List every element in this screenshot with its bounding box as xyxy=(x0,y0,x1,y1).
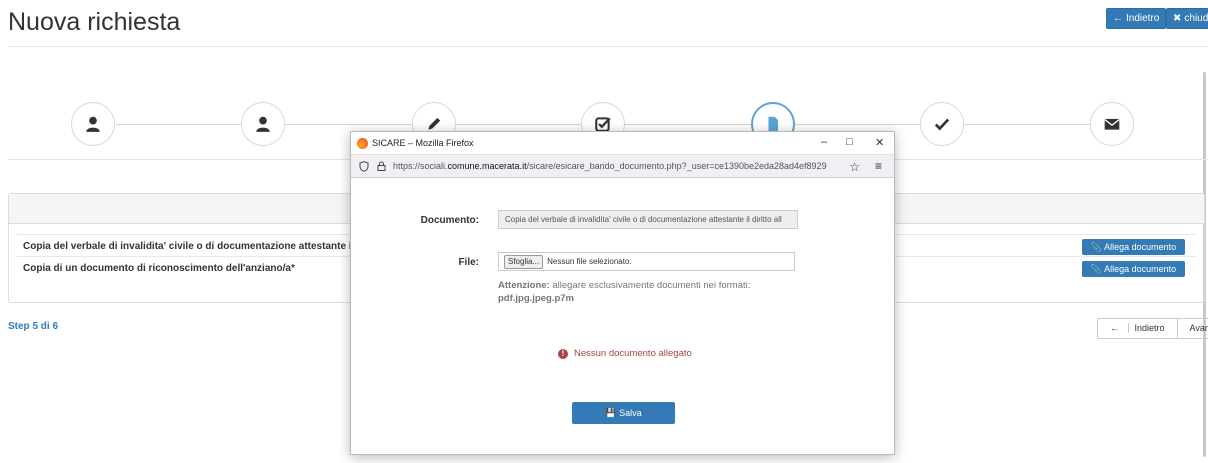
lock-icon xyxy=(377,161,386,171)
firefox-logo-icon xyxy=(357,137,368,149)
warning-title: Attenzione: xyxy=(498,280,550,291)
url-domain: comune.macerata.it xyxy=(447,161,527,171)
floppy-disk-icon: 💾 xyxy=(605,408,617,418)
browse-button[interactable]: Sfoglia... xyxy=(504,254,544,269)
attach-document-button[interactable]: 📎 Allega documento xyxy=(1082,239,1185,255)
popup-titlebar: SICARE – Mozilla Firefox – □ ✕ xyxy=(351,132,894,154)
wizard-step-1[interactable] xyxy=(71,102,115,146)
user-icon xyxy=(256,116,270,132)
menu-icon[interactable]: ≡ xyxy=(875,159,882,173)
wizard-step-7[interactable] xyxy=(1090,102,1134,146)
error-message-text: Nessun documento allegato xyxy=(574,348,692,359)
arrow-left-icon: ← xyxy=(1110,323,1119,333)
document-field: Copia del verbale di invalidita' civile … xyxy=(498,210,798,229)
close-button[interactable]: ✖ chiud xyxy=(1166,8,1208,29)
arrow-left-icon: ← xyxy=(1113,13,1123,24)
save-button-label: Salva xyxy=(619,408,642,418)
minimize-icon[interactable]: – xyxy=(821,136,827,148)
url-path: /sicare/esicare_bando_documento.php?_use… xyxy=(526,161,827,171)
maximize-icon[interactable]: □ xyxy=(846,136,853,148)
back-button[interactable]: ← Indietro xyxy=(1106,8,1167,29)
attach-document-label: Allega documento xyxy=(1104,242,1177,252)
document-row-label: Copia di un documento di riconoscimento … xyxy=(23,263,295,274)
prev-step-button[interactable]: ← Indietro xyxy=(1098,319,1177,338)
error-message: ! Nessun documento allegato xyxy=(558,348,692,359)
document-row-label: Copia del verbale di invalidita' civile … xyxy=(23,241,380,252)
star-icon[interactable]: ☆ xyxy=(849,160,860,174)
next-step-label: Avanti xyxy=(1189,323,1208,333)
close-window-icon[interactable]: ✕ xyxy=(875,136,884,149)
paperclip-icon: 📎 xyxy=(1090,264,1103,274)
file-input-value: Nessun file selezionato. xyxy=(547,257,632,266)
back-button-label: Indietro xyxy=(1126,13,1160,24)
next-step-button[interactable]: Avanti → xyxy=(1176,319,1208,338)
prev-step-label: Indietro xyxy=(1127,323,1171,333)
format-warning: Attenzione: allegare esclusivamente docu… xyxy=(498,279,750,305)
shield-icon xyxy=(359,160,369,172)
file-input[interactable]: Sfoglia... Nessun file selezionato. xyxy=(498,252,795,271)
attach-document-label: Allega documento xyxy=(1104,264,1177,274)
checkmark-icon xyxy=(934,118,950,131)
paperclip-icon: 📎 xyxy=(1090,242,1103,252)
attach-document-button[interactable]: 📎 Allega documento xyxy=(1082,261,1185,277)
document-label: Documento: xyxy=(420,215,479,226)
close-button-label: chiud xyxy=(1184,13,1208,24)
wizard-pager: ← Indietro Avanti → xyxy=(1097,318,1208,339)
user-icon xyxy=(86,116,100,132)
allowed-formats: pdf.jpg.jpeg.p7m xyxy=(498,293,574,304)
header-divider xyxy=(8,46,1208,47)
url-bar[interactable]: https://sociali. comune.macerata.it/sicar… xyxy=(351,154,894,178)
url-prefix: https://sociali. xyxy=(393,161,448,171)
popup-window-title: SICARE – Mozilla Firefox xyxy=(372,138,474,148)
save-button[interactable]: 💾 Salva xyxy=(572,402,675,424)
warning-text: allegare esclusivamente documenti nei fo… xyxy=(552,280,751,291)
envelope-icon xyxy=(1104,118,1120,130)
exclamation-icon: ! xyxy=(558,348,568,359)
wizard-step-2[interactable] xyxy=(241,102,285,146)
step-indicator: Step 5 di 6 xyxy=(8,321,59,332)
wizard-step-6[interactable] xyxy=(920,102,964,146)
file-label: File: xyxy=(458,257,479,268)
close-icon: ✖ xyxy=(1173,13,1182,24)
upload-popup-window: SICARE – Mozilla Firefox – □ ✕ https://s… xyxy=(350,131,895,455)
page-title: Nuova richiesta xyxy=(8,8,181,36)
